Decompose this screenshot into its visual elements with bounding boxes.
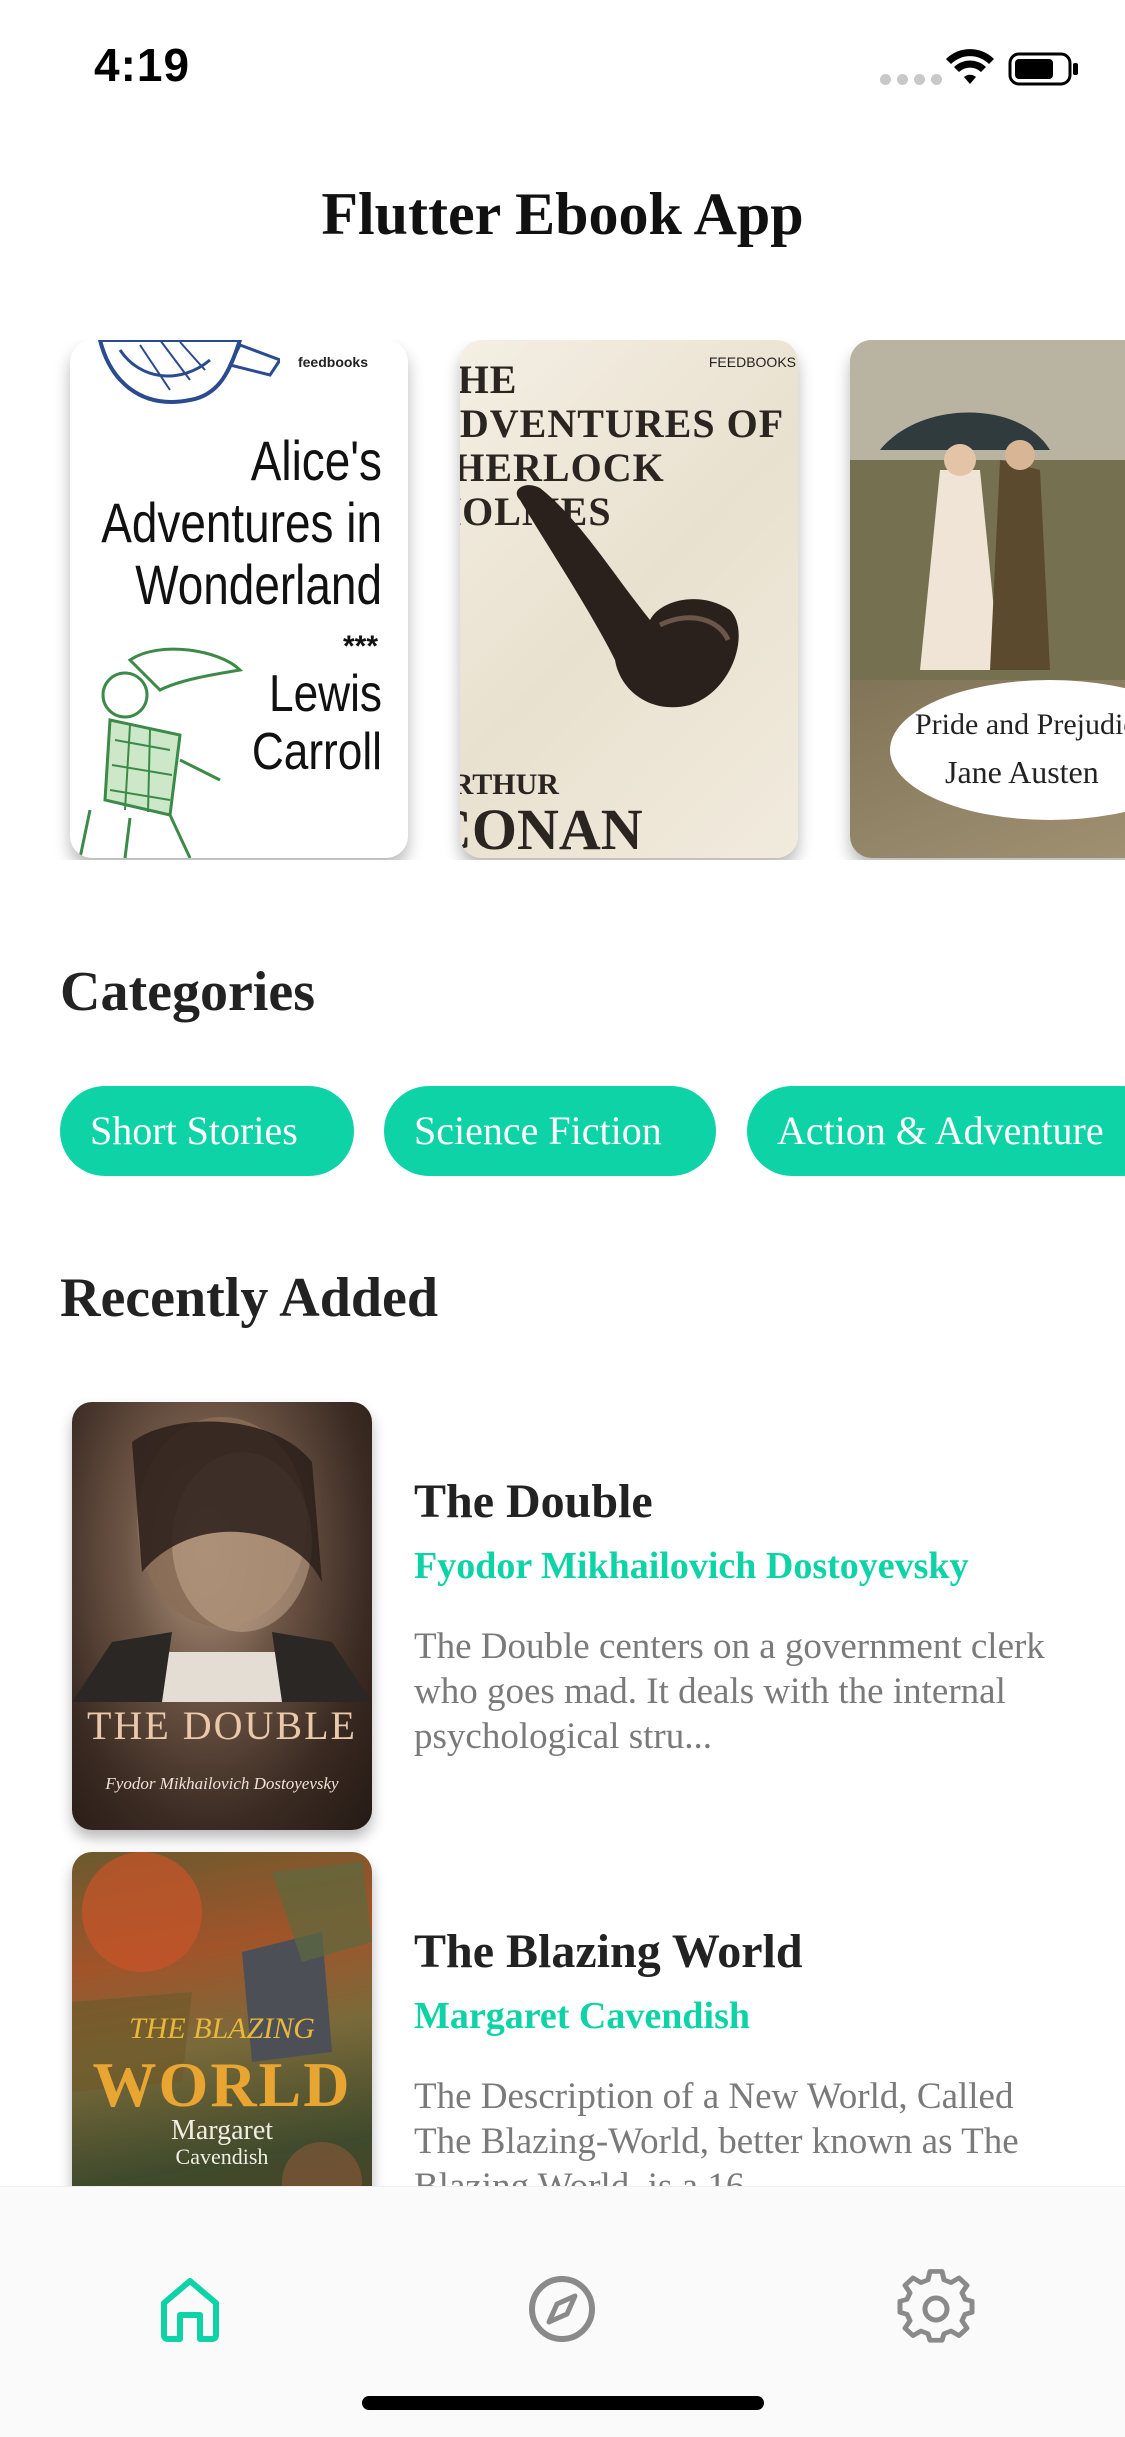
categories-heading: Categories: [60, 961, 316, 1023]
nav-settings-button[interactable]: [896, 2269, 976, 2349]
book-author-line: CONAN DOYLE: [460, 797, 643, 859]
cellular-signal-icon: [880, 74, 942, 85]
book-author: Margaret Cavendish: [414, 1995, 750, 2037]
book-author-line: ARTHUR: [460, 768, 559, 801]
title-cartouche: [890, 680, 1125, 820]
book-description: The Double centers on a government clerk…: [414, 1626, 1045, 1757]
nav-home-button[interactable]: [150, 2269, 230, 2349]
cover-author: Margaret Cavendish: [72, 2115, 372, 2170]
cover-author: Fyodor Mikhailovich Dostoyevsky: [105, 1774, 339, 1793]
home-indicator: [362, 2396, 764, 2410]
status-bar: 4:19: [0, 0, 1125, 140]
decorative-stars: ***: [342, 630, 378, 663]
featured-book-card[interactable]: feedbooks Alice's Adventures in Wonderla…: [70, 340, 408, 858]
cover-author-line: Margaret: [170, 2115, 274, 2146]
book-author: Fyodor Mikhailovich Dostoyevsky: [414, 1545, 969, 1587]
book-title: Alice's Adventures in Wonderland: [101, 429, 383, 616]
category-chip[interactable]: Short Stories: [60, 1086, 354, 1176]
cover-title: THE BLAZING: [129, 2012, 315, 2045]
rabbit-illustration: [78, 647, 244, 858]
status-time: 4:19: [94, 39, 191, 91]
book-title: The Blazing World: [414, 1925, 803, 1978]
featured-book-card[interactable]: Pride and Prejudice Jane Austen: [850, 340, 1125, 858]
featured-books-carousel[interactable]: feedbooks Alice's Adventures in Wonderla…: [0, 340, 1125, 860]
painting-illustration: [850, 340, 1125, 680]
gear-icon: [897, 2269, 975, 2343]
cover-author-line: Cavendish: [175, 2144, 269, 2169]
book-author: ARTHUR CONAN DOYLE: [460, 768, 798, 859]
featured-book-card[interactable]: FEEDBOOKS THE ADVENTURES OF SHERLOCK HOL…: [460, 340, 798, 858]
app-title: Flutter Ebook App: [321, 181, 804, 247]
portrait-illustration: [72, 1417, 372, 1702]
battery-icon: [1008, 52, 1078, 86]
cover-title: WORLD: [92, 2049, 352, 2120]
book-title: Pride and Prejudice: [915, 708, 1125, 741]
pipe-illustration: [516, 485, 739, 708]
wifi-icon: [946, 49, 994, 84]
list-item[interactable]: THE DOUBLE Fyodor Mikhailovich Dostoyevs…: [0, 1402, 1125, 1832]
book-cover[interactable]: THE DOUBLE Fyodor Mikhailovich Dostoyevs…: [72, 1402, 372, 1830]
book-title: The Double: [414, 1475, 653, 1528]
category-chip[interactable]: Science Fiction: [384, 1086, 716, 1176]
publisher-label: feedbooks: [297, 354, 368, 370]
cover-title: THE DOUBLE: [87, 1703, 357, 1748]
book-title-line: ADVENTURES OF: [460, 401, 785, 446]
recently-added-heading: Recently Added: [60, 1267, 438, 1329]
home-icon: [161, 2278, 219, 2342]
nav-explore-button[interactable]: [522, 2269, 602, 2349]
compass-icon: [529, 2276, 595, 2342]
book-title-line: THE: [460, 357, 518, 402]
category-chip[interactable]: Action & Adventure: [747, 1086, 1125, 1176]
category-chips: Short Stories Science Fiction Action & A…: [60, 1086, 1125, 1176]
book-author: Jane Austen: [945, 754, 1099, 790]
